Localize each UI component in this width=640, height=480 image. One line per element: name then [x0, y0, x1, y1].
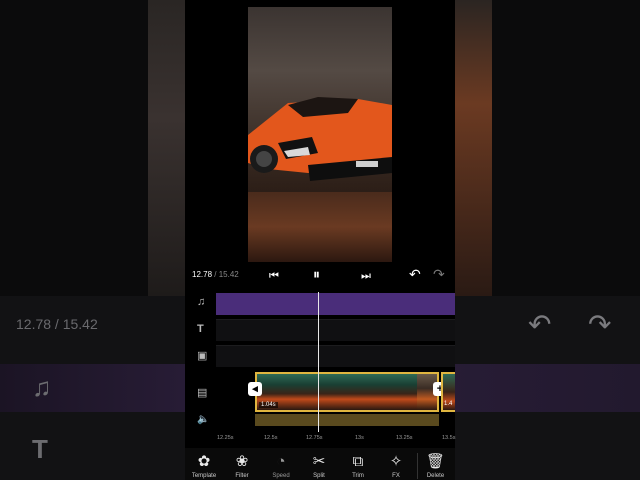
image-track-icon[interactable]: ▣: [197, 349, 207, 362]
trim-label: Trim: [352, 473, 364, 479]
playhead[interactable]: [318, 292, 319, 432]
template-icon: ✿: [197, 453, 211, 470]
fx-icon: ✧: [389, 453, 403, 470]
ghost-redo-icon: ↷: [588, 309, 612, 340]
timeline: ♫ T ▣ ▤ 1.04s ◂ + 1.4 🔈: [185, 292, 455, 447]
trim-button[interactable]: ⧉ Trim: [340, 453, 376, 479]
delete-label: Delete: [426, 473, 445, 479]
ghost-text-icon: T: [32, 434, 48, 464]
video-preview[interactable]: [248, 7, 392, 262]
text-track-icon[interactable]: T: [197, 323, 204, 335]
speed-label: Speed: [272, 473, 290, 479]
video-editor: 12.78 / 15.42 ⏮ ⏸ ⏭ ↶ ↷ ♫ T ▣ ▤ 1.04s ◂ …: [185, 0, 455, 480]
filter-button[interactable]: ❀ Filter: [224, 453, 260, 479]
filter-label: Filter: [235, 473, 249, 479]
delete-button[interactable]: 🗑 Delete: [417, 453, 453, 479]
template-button[interactable]: ✿ Template: [186, 453, 222, 479]
current-time: 12.78: [192, 270, 213, 279]
speed-button[interactable]: ◔ Speed: [263, 453, 299, 479]
ruler-tick: 13.5s: [442, 435, 456, 441]
video-track-icon[interactable]: ▤: [197, 386, 207, 399]
playback-controls: 12.78 / 15.42 ⏮ ⏸ ⏭ ↶ ↷: [185, 265, 455, 287]
template-label: Template: [191, 473, 217, 479]
ruler-tick: 12.5s: [264, 435, 278, 441]
audio-track[interactable]: [255, 414, 439, 426]
background-left-blur: [148, 0, 185, 296]
audio-track-icon[interactable]: 🔈: [197, 414, 209, 425]
ruler-tick: 12.75s: [306, 435, 323, 441]
split-button[interactable]: ✂ Split: [301, 453, 337, 479]
clip-duration: 1.04s: [259, 402, 278, 408]
text-track[interactable]: [216, 319, 455, 341]
clip-thumbnail: [297, 374, 337, 410]
ruler-tick: 13s: [355, 435, 364, 441]
time-display: 12.78 / 15.42: [192, 270, 239, 279]
time-ruler: 12.25s 12.5s 12.75s 13s 13.25s 13.5s: [185, 432, 455, 444]
ghost-time: 12.78 / 15.42: [16, 316, 98, 332]
redo-icon[interactable]: ↷: [433, 266, 445, 282]
total-time: / 15.42: [214, 270, 239, 279]
scissors-icon: ✂: [312, 453, 326, 470]
clip-left-handle[interactable]: ◂: [248, 382, 262, 396]
skip-back-icon[interactable]: ⏮: [269, 268, 279, 284]
trash-icon: 🗑: [425, 453, 446, 470]
skip-forward-icon[interactable]: ⏭: [361, 268, 371, 284]
pause-icon[interactable]: ⏸: [313, 266, 320, 282]
ghost-undo-icon: ↶: [528, 309, 552, 340]
background-right-blur: [455, 0, 492, 296]
edit-toolbar: ✿ Template ❀ Filter ◔ Speed ✂ Split ⧉ Tr…: [185, 448, 455, 480]
music-track-icon[interactable]: ♫: [197, 296, 205, 308]
video-clip-selected[interactable]: 1.04s: [255, 372, 439, 412]
trim-icon: ⧉: [352, 453, 364, 470]
music-track[interactable]: [216, 293, 455, 315]
filter-icon: ❀: [235, 453, 249, 470]
car-image: [248, 97, 392, 181]
clip-thumbnail: [377, 374, 417, 410]
image-track[interactable]: [216, 345, 455, 367]
next-clip-duration: 1.4: [444, 401, 453, 407]
ghost-music-icon: ♫: [32, 372, 52, 402]
ruler-tick: 12.25s: [217, 435, 234, 441]
fx-label: FX: [392, 473, 400, 479]
split-label: Split: [313, 473, 325, 479]
clip-thumbnail: [337, 374, 377, 410]
fx-button[interactable]: ✧ FX: [378, 453, 414, 479]
speed-icon: ◔: [276, 453, 286, 470]
undo-icon[interactable]: ↶: [409, 266, 421, 282]
ruler-tick: 13.25s: [396, 435, 413, 441]
